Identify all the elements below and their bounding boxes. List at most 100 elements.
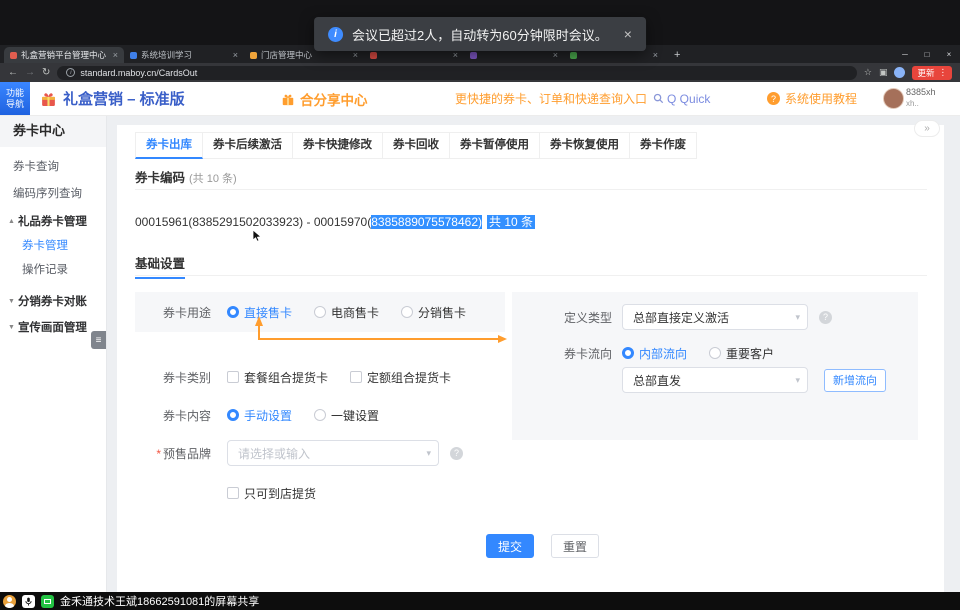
quick-tip-text: 更快捷的券卡、订单和快递查询入口 — [455, 90, 647, 107]
checkbox-store-pickup-only[interactable]: 只可到店提货 — [227, 485, 316, 502]
menu-icon[interactable]: ⋮ — [939, 67, 948, 78]
function-nav-button[interactable]: 功能 导航 — [0, 82, 30, 115]
gift-icon — [40, 90, 57, 107]
define-type-select[interactable]: 总部直接定义激活 ▾ — [622, 304, 808, 330]
maximize-button[interactable]: □ — [916, 45, 938, 63]
tab-close-icon[interactable]: × — [453, 50, 458, 60]
flow-row: 券卡流向 内部流向 重要客户 — [557, 340, 796, 366]
tab-card-later-activation[interactable]: 券卡后续激活 — [203, 132, 293, 159]
app-header: 功能 导航 礼盒营销 – 标准版 合分享中心 更快捷的券卡、订单和快递查询入口 — [0, 82, 960, 115]
checkbox-package-combo-card[interactable]: 套餐组合提货卡 — [227, 369, 328, 386]
card-code-range: 00015961(8385291502033923) - 00015970(83… — [135, 213, 535, 230]
bookmark-star-icon[interactable]: ☆ — [864, 67, 872, 78]
flow-label: 券卡流向 — [557, 345, 612, 362]
browser-tab-2[interactable]: 系统培训学习 × — [124, 47, 244, 63]
radio-manual-setting[interactable]: 手动设置 — [227, 407, 292, 424]
radio-distribution-sale[interactable]: 分销售卡 — [401, 304, 466, 321]
browser-tab-1[interactable]: 礼盒营销平台管理中心 × — [4, 47, 124, 63]
extensions-icon[interactable]: ▣ — [879, 67, 888, 78]
radio-selected-icon — [622, 347, 634, 359]
tab-close-icon[interactable]: × — [353, 50, 358, 60]
tutorial-link[interactable]: ? 系统使用教程 — [767, 82, 857, 115]
quick-search-link[interactable]: Q Quick — [653, 92, 710, 106]
tab-card-recycle[interactable]: 券卡回收 — [383, 132, 450, 159]
tab-close-icon[interactable]: × — [113, 50, 118, 60]
checkbox-icon — [227, 371, 239, 383]
window-controls: ─ □ × — [894, 45, 960, 63]
radio-internal-flow[interactable]: 内部流向 — [622, 345, 687, 362]
form-actions: 提交 重置 — [486, 534, 599, 558]
sidebar-group-distribution-reconciliation[interactable]: ▼ 分销券卡对账 — [0, 288, 106, 314]
flow-select[interactable]: 总部直发 ▾ — [622, 367, 808, 393]
forward-icon[interactable]: → — [25, 67, 35, 78]
sidebar-item-card-management[interactable]: 券卡管理 — [0, 234, 106, 258]
tab-title: 礼盒营销平台管理中心 — [21, 49, 109, 61]
store-pickup-row: 只可到店提货 — [227, 480, 338, 506]
tab-close-icon[interactable]: × — [653, 50, 658, 60]
tab-close-icon[interactable]: × — [233, 50, 238, 60]
submit-button[interactable]: 提交 — [486, 534, 534, 558]
update-badge-label: 更新 — [917, 67, 934, 79]
define-type-row: 定义类型 总部直接定义激活 ▾ ? — [557, 304, 832, 330]
reload-icon[interactable]: ↻ — [42, 67, 50, 78]
share-bar-text: 金禾通技术王斌18662591081的屏幕共享 — [60, 593, 259, 609]
new-tab-button[interactable]: + — [670, 47, 684, 63]
brand-select[interactable]: 请选择或输入 ▾ — [227, 440, 439, 466]
panel-collapse-button[interactable]: » — [914, 120, 940, 137]
user-avatar[interactable] — [883, 88, 904, 109]
url-text: standard.maboy.cn/CardsOut — [80, 68, 197, 78]
sidebar-item-code-sequence-query[interactable]: 编码序列查询 — [0, 181, 106, 208]
microphone-icon[interactable] — [22, 595, 35, 608]
close-window-button[interactable]: × — [938, 45, 960, 63]
function-tabs: 券卡出库 券卡后续激活 券卡快捷修改 券卡回收 券卡暂停使用 券卡恢复使用 券卡… — [135, 132, 697, 159]
address-bar: ← → ↻ i standard.maboy.cn/CardsOut ☆ ▣ 更… — [0, 63, 960, 82]
sidebar: 券卡中心 券卡查询 编码序列查询 ▲ 礼品券卡管理 券卡管理 操作记录 ▼ 分销… — [0, 115, 107, 592]
radio-important-customer[interactable]: 重要客户 — [709, 345, 774, 362]
url-field[interactable]: i standard.maboy.cn/CardsOut — [57, 66, 857, 80]
radio-selected-icon — [227, 306, 239, 318]
category-label: 券卡类别 — [137, 369, 211, 386]
radio-icon — [401, 306, 413, 318]
radio-ecommerce-sale[interactable]: 电商售卡 — [314, 304, 379, 321]
flow-value: 总部直发 — [633, 372, 681, 389]
toast-text: 会议已超过2人，自动转为60分钟限时会议。 — [352, 25, 608, 44]
sidebar-collapse-toggle[interactable]: ≡ — [91, 331, 106, 349]
minimize-button[interactable]: ─ — [894, 45, 916, 63]
radio-icon — [314, 409, 326, 421]
share-center-link[interactable]: 合分享中心 — [281, 82, 368, 115]
radio-direct-sale[interactable]: 直接售卡 — [227, 304, 292, 321]
tab-card-void[interactable]: 券卡作废 — [630, 132, 697, 159]
back-icon[interactable]: ← — [8, 67, 18, 78]
tab-card-suspend[interactable]: 券卡暂停使用 — [450, 132, 540, 159]
tab-favicon-icon — [370, 52, 377, 59]
required-asterisk: * — [156, 447, 161, 461]
tab-favicon-icon — [130, 52, 137, 59]
caret-down-icon: ▼ — [8, 298, 15, 305]
reset-button[interactable]: 重置 — [551, 534, 599, 558]
screen-share-bar: 金禾通技术王斌18662591081的屏幕共享 — [0, 592, 960, 610]
sharer-avatar — [3, 595, 16, 608]
tab-close-icon[interactable]: × — [553, 50, 558, 60]
define-type-help-icon[interactable]: ? — [819, 311, 832, 324]
tab-card-resume[interactable]: 券卡恢复使用 — [540, 132, 630, 159]
selected-code-text: 8385889075578462) — [371, 215, 482, 229]
sidebar-group-gift-card-management[interactable]: ▲ 礼品券卡管理 — [0, 208, 106, 234]
brand-help-icon[interactable]: ? — [450, 447, 463, 460]
tab-card-outbound[interactable]: 券卡出库 — [135, 132, 203, 159]
caret-up-icon: ▲ — [8, 218, 15, 225]
add-flow-button[interactable]: 新增流向 — [824, 369, 886, 392]
tab-card-quick-edit[interactable]: 券卡快捷修改 — [293, 132, 383, 159]
divider — [135, 189, 927, 190]
close-icon[interactable]: × — [624, 26, 632, 42]
radio-selected-icon — [227, 409, 239, 421]
sidebar-item-operation-records[interactable]: 操作记录 — [0, 258, 106, 282]
update-badge[interactable]: 更新 ⋮ — [912, 66, 952, 80]
checkbox-fixed-amount-combo-card[interactable]: 定额组合提货卡 — [350, 369, 451, 386]
radio-one-key-setting[interactable]: 一键设置 — [314, 407, 379, 424]
define-type-label: 定义类型 — [557, 309, 612, 326]
radio-icon — [314, 306, 326, 318]
sidebar-item-card-query[interactable]: 券卡查询 — [0, 154, 106, 181]
site-info-icon[interactable]: i — [66, 68, 75, 77]
profile-avatar[interactable] — [894, 67, 905, 78]
tab-favicon-icon — [570, 52, 577, 59]
